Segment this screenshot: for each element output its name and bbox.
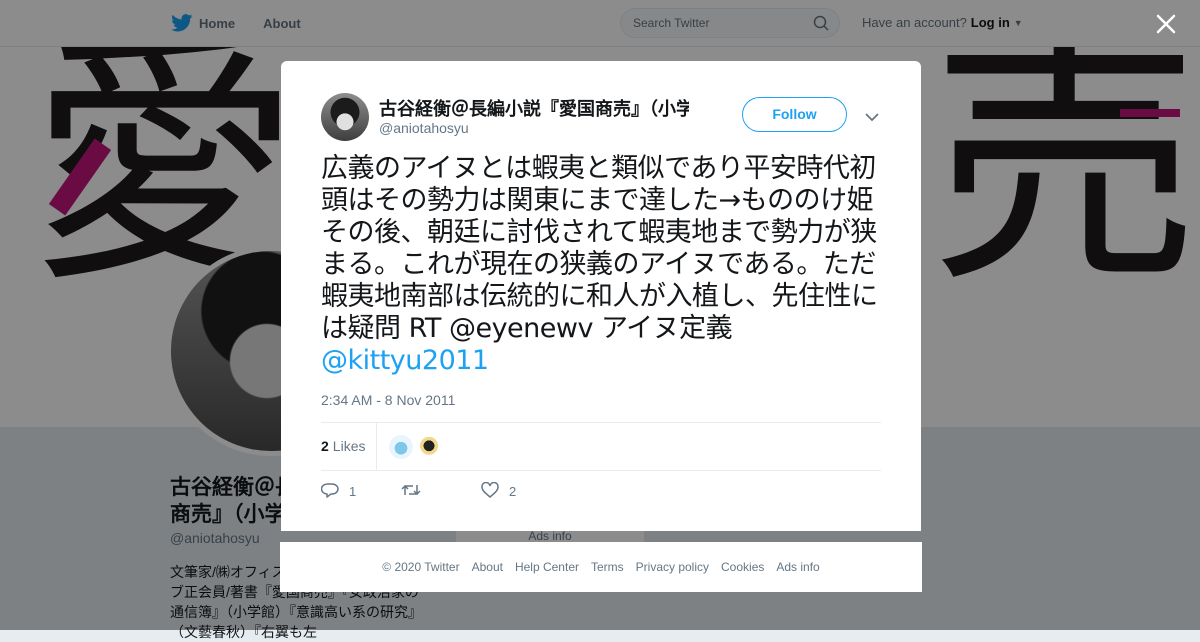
follow-button[interactable]: Follow bbox=[742, 97, 847, 132]
close-icon[interactable] bbox=[1154, 12, 1178, 36]
likes-label: Likes bbox=[332, 438, 366, 454]
tweet-actions: 1 2 bbox=[320, 479, 561, 503]
reply-icon bbox=[320, 482, 339, 501]
tweet-body: 広義のアイヌとは蝦夷と類似であり平安時代初頭はその勢力は関東にまで達した→ものの… bbox=[321, 153, 878, 344]
liker-avatar[interactable] bbox=[417, 435, 441, 459]
like-count: 2 bbox=[509, 483, 517, 499]
footer-copyright: © 2020 Twitter bbox=[382, 560, 460, 574]
heart-icon bbox=[481, 481, 499, 501]
footer-link-privacy[interactable]: Privacy policy bbox=[636, 560, 709, 574]
chevron-down-icon[interactable] bbox=[865, 109, 879, 127]
reply-count: 1 bbox=[349, 483, 357, 499]
tweet-stats: 2 Likes bbox=[321, 422, 881, 471]
tweet-modal: 古谷経衡＠長編小説『愛国商売』（小学館） @aniotahosyu Follow… bbox=[281, 61, 921, 531]
footer-link-about[interactable]: About bbox=[472, 560, 503, 574]
retweet-button[interactable] bbox=[401, 482, 481, 501]
stat-divider bbox=[376, 423, 377, 470]
footer-link-help[interactable]: Help Center bbox=[515, 560, 579, 574]
liker-avatar[interactable] bbox=[389, 435, 413, 459]
author-handle[interactable]: @aniotahosyu bbox=[379, 120, 469, 136]
likes-count: 2 bbox=[321, 438, 329, 454]
tweet-text: 広義のアイヌとは蝦夷と類似であり平安時代初頭はその勢力は関東にまで達した→ものの… bbox=[321, 153, 886, 377]
retweet-icon bbox=[401, 482, 421, 501]
author-avatar[interactable] bbox=[321, 93, 369, 141]
tweet-timestamp[interactable]: 2:34 AM - 8 Nov 2011 bbox=[321, 392, 455, 408]
mention-link[interactable]: @kittyu2011 bbox=[321, 345, 489, 376]
footer-link-ads[interactable]: Ads info bbox=[776, 560, 819, 574]
modal-footer: © 2020 Twitter About Help Center Terms P… bbox=[280, 542, 922, 592]
footer-link-cookies[interactable]: Cookies bbox=[721, 560, 764, 574]
footer-link-terms[interactable]: Terms bbox=[591, 560, 624, 574]
author-name[interactable]: 古谷経衡＠長編小説『愛国商売』（小学館） bbox=[379, 95, 689, 121]
like-button[interactable]: 2 bbox=[481, 481, 561, 501]
likes-stat[interactable]: 2 Likes bbox=[321, 438, 365, 454]
reply-button[interactable]: 1 bbox=[320, 482, 401, 501]
